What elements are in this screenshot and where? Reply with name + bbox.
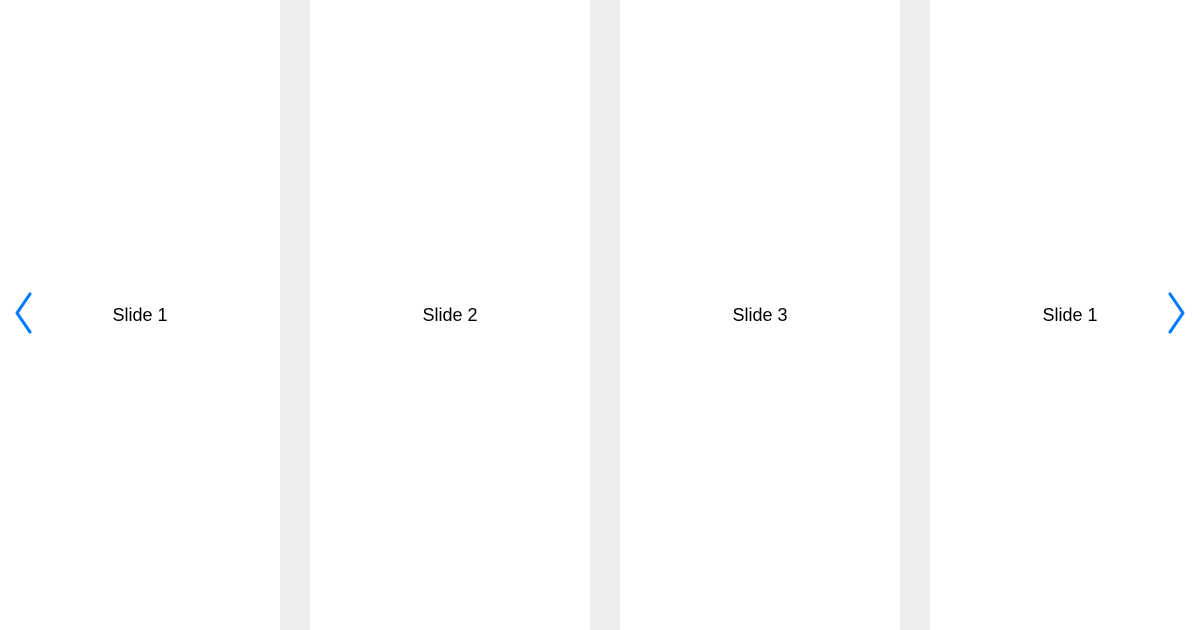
carousel-container: Slide 1 Slide 2 Slide 3 Slide 1 — [0, 0, 1200, 630]
carousel-slide[interactable]: Slide 2 — [310, 0, 590, 630]
slide-label: Slide 1 — [112, 305, 167, 326]
chevron-right-icon — [1163, 291, 1190, 340]
slide-label: Slide 3 — [732, 305, 787, 326]
carousel-slide[interactable]: Slide 1 — [0, 0, 280, 630]
slide-label: Slide 1 — [1042, 305, 1097, 326]
carousel-slide[interactable]: Slide 3 — [620, 0, 900, 630]
carousel-slide[interactable]: Slide 1 — [930, 0, 1200, 630]
slide-label: Slide 2 — [422, 305, 477, 326]
chevron-left-icon — [10, 291, 37, 340]
carousel-track: Slide 1 Slide 2 Slide 3 Slide 1 — [0, 0, 1200, 630]
carousel-prev-button[interactable] — [10, 293, 37, 337]
carousel-next-button[interactable] — [1163, 293, 1190, 337]
